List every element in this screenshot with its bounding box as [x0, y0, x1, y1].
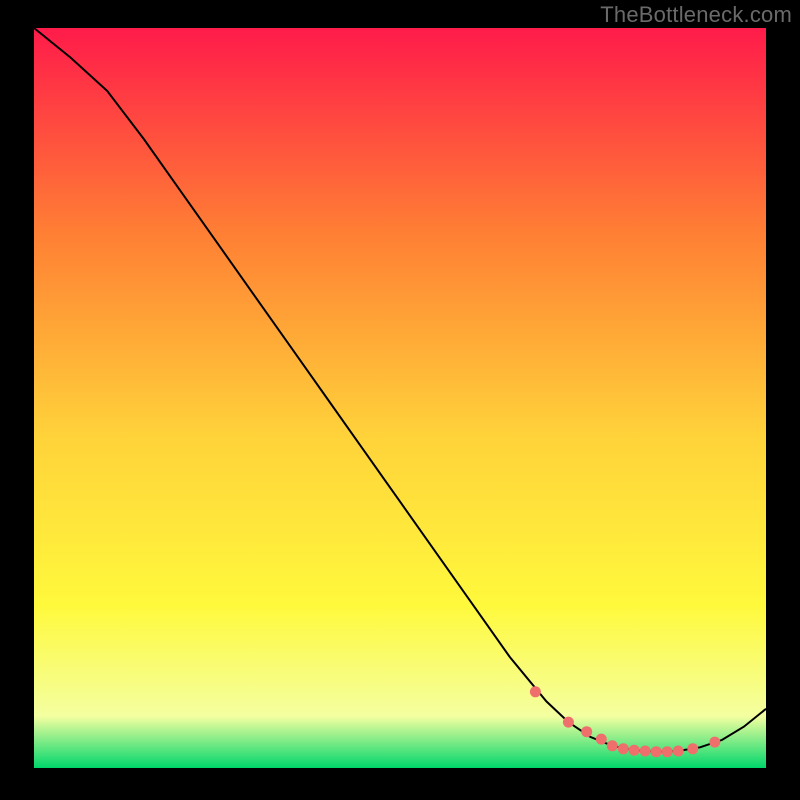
marker-dot [629, 745, 640, 756]
marker-dot [530, 686, 541, 697]
marker-dot [640, 746, 651, 757]
marker-dot [687, 743, 698, 754]
marker-dot [596, 734, 607, 745]
marker-dot [651, 746, 662, 757]
marker-dot [618, 743, 629, 754]
chart-svg [34, 28, 766, 768]
marker-dot [709, 737, 720, 748]
watermark-text: TheBottleneck.com [600, 2, 792, 28]
chart-plot-area [34, 28, 766, 768]
marker-dot [673, 746, 684, 757]
marker-dot [607, 740, 618, 751]
marker-dot [581, 726, 592, 737]
marker-dot [563, 717, 574, 728]
marker-dot [662, 746, 673, 757]
chart-frame: TheBottleneck.com [0, 0, 800, 800]
